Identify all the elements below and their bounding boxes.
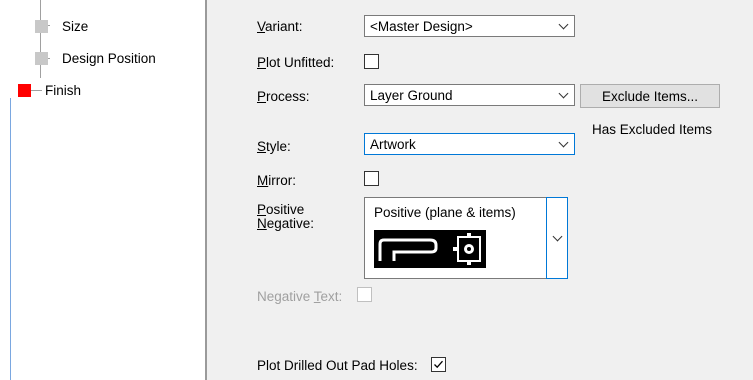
chevron-down-icon: [552, 88, 574, 98]
tree-node-icon: [35, 51, 48, 65]
process-value: Layer Ground: [370, 87, 453, 103]
tree-item-size[interactable]: Size: [35, 15, 88, 37]
process-label: Process:: [257, 89, 310, 104]
finish-settings-panel: Variant: <Master Design> Plot Unfitted: …: [207, 0, 753, 380]
negative-text-checkbox: [357, 287, 372, 302]
tree-item-label: Finish: [45, 82, 82, 98]
plot-drilled-checkbox[interactable]: [431, 357, 446, 372]
process-dropdown[interactable]: Layer Ground: [364, 84, 575, 106]
tree-scroll-rule: [10, 98, 11, 380]
positive-negative-value: Positive (plane & items): [374, 205, 516, 220]
variant-value: <Master Design>: [370, 18, 473, 34]
navigation-tree: Size Design Position Finish: [0, 0, 205, 380]
negative-text-label: Negative Text:: [257, 289, 343, 304]
positive-negative-preview: Positive (plane & items): [364, 197, 547, 279]
checkmark-icon: [434, 360, 443, 369]
plot-unfitted-checkbox[interactable]: [364, 54, 379, 69]
plot-unfitted-label: Plot Unfitted:: [257, 55, 335, 70]
style-value: Artwork: [370, 136, 416, 152]
tree-node-icon: [18, 83, 31, 97]
style-dropdown[interactable]: Artwork: [364, 133, 575, 155]
tree-item-design-position[interactable]: Design Position: [35, 47, 156, 69]
tree-item-label: Design Position: [62, 50, 156, 66]
mirror-label: Mirror:: [257, 173, 296, 188]
style-label: Style:: [257, 139, 291, 154]
positive-negative-dropdown-button[interactable]: [546, 197, 568, 279]
variant-dropdown[interactable]: <Master Design>: [364, 15, 575, 37]
tree-item-finish[interactable]: Finish: [18, 79, 81, 101]
positive-negative-dropdown[interactable]: Positive (plane & items): [364, 197, 575, 279]
excluded-status-text: Has Excluded Items: [592, 122, 713, 137]
tree-item-label: Size: [62, 18, 89, 34]
exclude-items-button[interactable]: Exclude Items...: [580, 84, 720, 108]
tree-node-icon: [35, 19, 48, 33]
variant-label: Variant:: [257, 19, 303, 34]
mirror-checkbox[interactable]: [364, 171, 379, 186]
positive-negative-label: Positive Negative:: [257, 202, 315, 231]
chevron-down-icon: [552, 19, 574, 29]
chevron-down-icon: [552, 231, 562, 241]
plot-drilled-label: Plot Drilled Out Pad Holes:: [257, 358, 418, 373]
pcb-artwork-icon: [374, 230, 486, 268]
chevron-down-icon: [552, 137, 574, 147]
